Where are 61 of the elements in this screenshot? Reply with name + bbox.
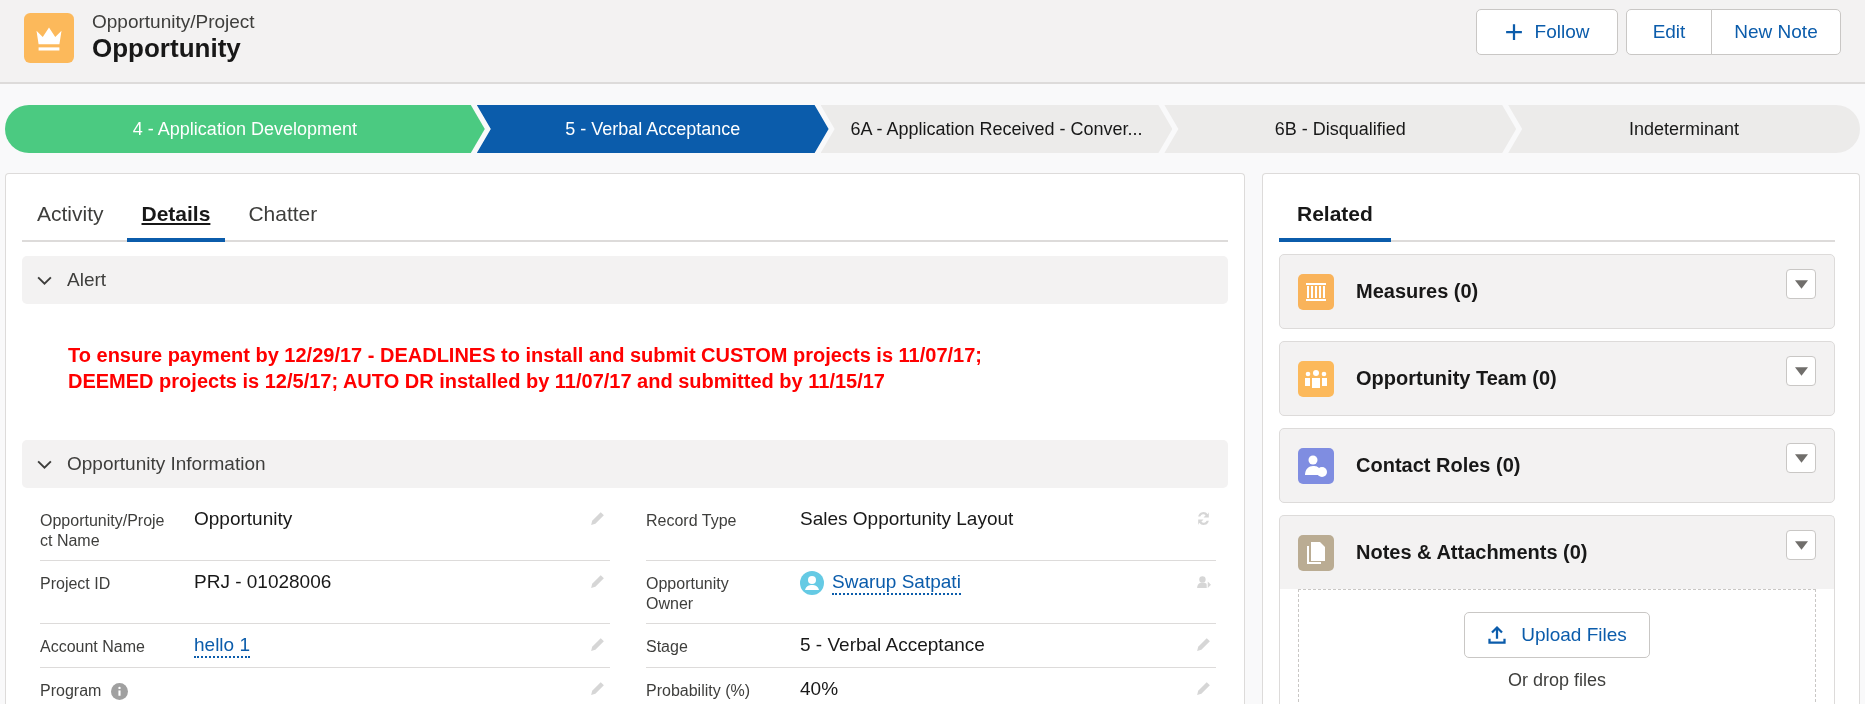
plus-icon xyxy=(1504,23,1523,41)
pencil-icon[interactable] xyxy=(589,680,606,697)
path-stage[interactable]: 6A - Application Received - Conver... xyxy=(820,105,1173,153)
related-tab[interactable]: Related xyxy=(1279,202,1391,242)
pencil-icon[interactable] xyxy=(589,573,606,590)
path-stage[interactable]: Indeterminant xyxy=(1508,105,1860,153)
related-list-title[interactable]: Measures (0) xyxy=(1356,280,1764,303)
caret-icon xyxy=(1794,279,1808,289)
header-button[interactable]: Edit xyxy=(1626,9,1712,55)
owner-link[interactable]: Swarup Satpati xyxy=(832,571,961,595)
related-list-title[interactable]: Contact Roles (0) xyxy=(1356,454,1764,477)
pencil-icon[interactable] xyxy=(1195,680,1212,697)
swap-icon[interactable] xyxy=(1195,510,1212,527)
related-list-title[interactable]: Notes & Attachments (0) xyxy=(1356,541,1764,564)
field-label: Record Type xyxy=(646,511,737,531)
dropdown-button[interactable] xyxy=(1786,530,1816,560)
field-value: PRJ - 01028006 xyxy=(194,571,332,593)
section-title: Opportunity Information xyxy=(67,453,266,475)
field-value: Sales Opportunity Layout xyxy=(800,508,1014,530)
pencil-icon[interactable] xyxy=(1195,636,1212,653)
section-title: Alert xyxy=(67,269,107,291)
tab[interactable]: Details xyxy=(126,202,226,242)
dropdown-button[interactable] xyxy=(1786,356,1816,386)
field-value: Opportunity xyxy=(194,508,293,530)
field-value: 40% xyxy=(800,678,839,700)
field-label: Probability (%) xyxy=(646,681,751,701)
header-button[interactable]: New Note xyxy=(1711,9,1841,55)
object-type: Opportunity/Project xyxy=(92,11,255,33)
dropdown-button[interactable] xyxy=(1786,443,1816,473)
caret-icon xyxy=(1794,540,1808,550)
caret-icon xyxy=(1794,366,1808,376)
field-label: Project ID xyxy=(40,574,111,594)
file-drop-zone[interactable]: Upload Files Or drop files xyxy=(1298,589,1816,704)
field-label: Account Name xyxy=(40,637,145,657)
crown-icon xyxy=(24,12,74,63)
alert-message: To ensure payment by 12/29/17 - DEADLINES to install and submit CUSTOM projects is 11/07/17; DEEMED projects is 12/5/17; AUTO DR installed by 11/07/17 and submitted by 11/15/17 xyxy=(68,343,983,394)
dropdown-button[interactable] xyxy=(1786,269,1816,299)
upload-files-button[interactable]: Upload Files xyxy=(1464,612,1650,658)
user-avatar-icon xyxy=(800,571,824,595)
change-owner-icon[interactable] xyxy=(1195,573,1212,590)
section-header[interactable]: Alert xyxy=(22,256,1228,304)
drop-hint: Or drop files xyxy=(1507,670,1606,691)
path-stage[interactable]: 5 - Verbal Acceptance xyxy=(476,105,829,153)
caret-icon xyxy=(1794,453,1808,463)
field-label: Opportunity/Project Name xyxy=(40,511,166,551)
tab[interactable]: Activity xyxy=(22,202,119,242)
record-title: Opportunity xyxy=(92,33,242,64)
field-label: Opportunity Owner xyxy=(646,574,730,614)
field-label: Stage xyxy=(646,637,688,657)
account-link[interactable]: hello 1 xyxy=(194,634,250,658)
info-icon[interactable] xyxy=(111,682,129,700)
path-stage[interactable]: 6B - Disqualified xyxy=(1164,105,1517,153)
pencil-icon[interactable] xyxy=(589,510,606,527)
field-label: Program xyxy=(40,681,102,701)
tab[interactable]: Chatter xyxy=(233,202,333,242)
upload-icon xyxy=(1487,625,1508,645)
pencil-icon[interactable] xyxy=(589,636,606,653)
section-header[interactable]: Opportunity Information xyxy=(22,440,1228,488)
follow-button[interactable]: Follow xyxy=(1476,9,1618,55)
related-list-title[interactable]: Opportunity Team (0) xyxy=(1356,367,1764,390)
field-value: 5 - Verbal Acceptance xyxy=(800,634,985,656)
